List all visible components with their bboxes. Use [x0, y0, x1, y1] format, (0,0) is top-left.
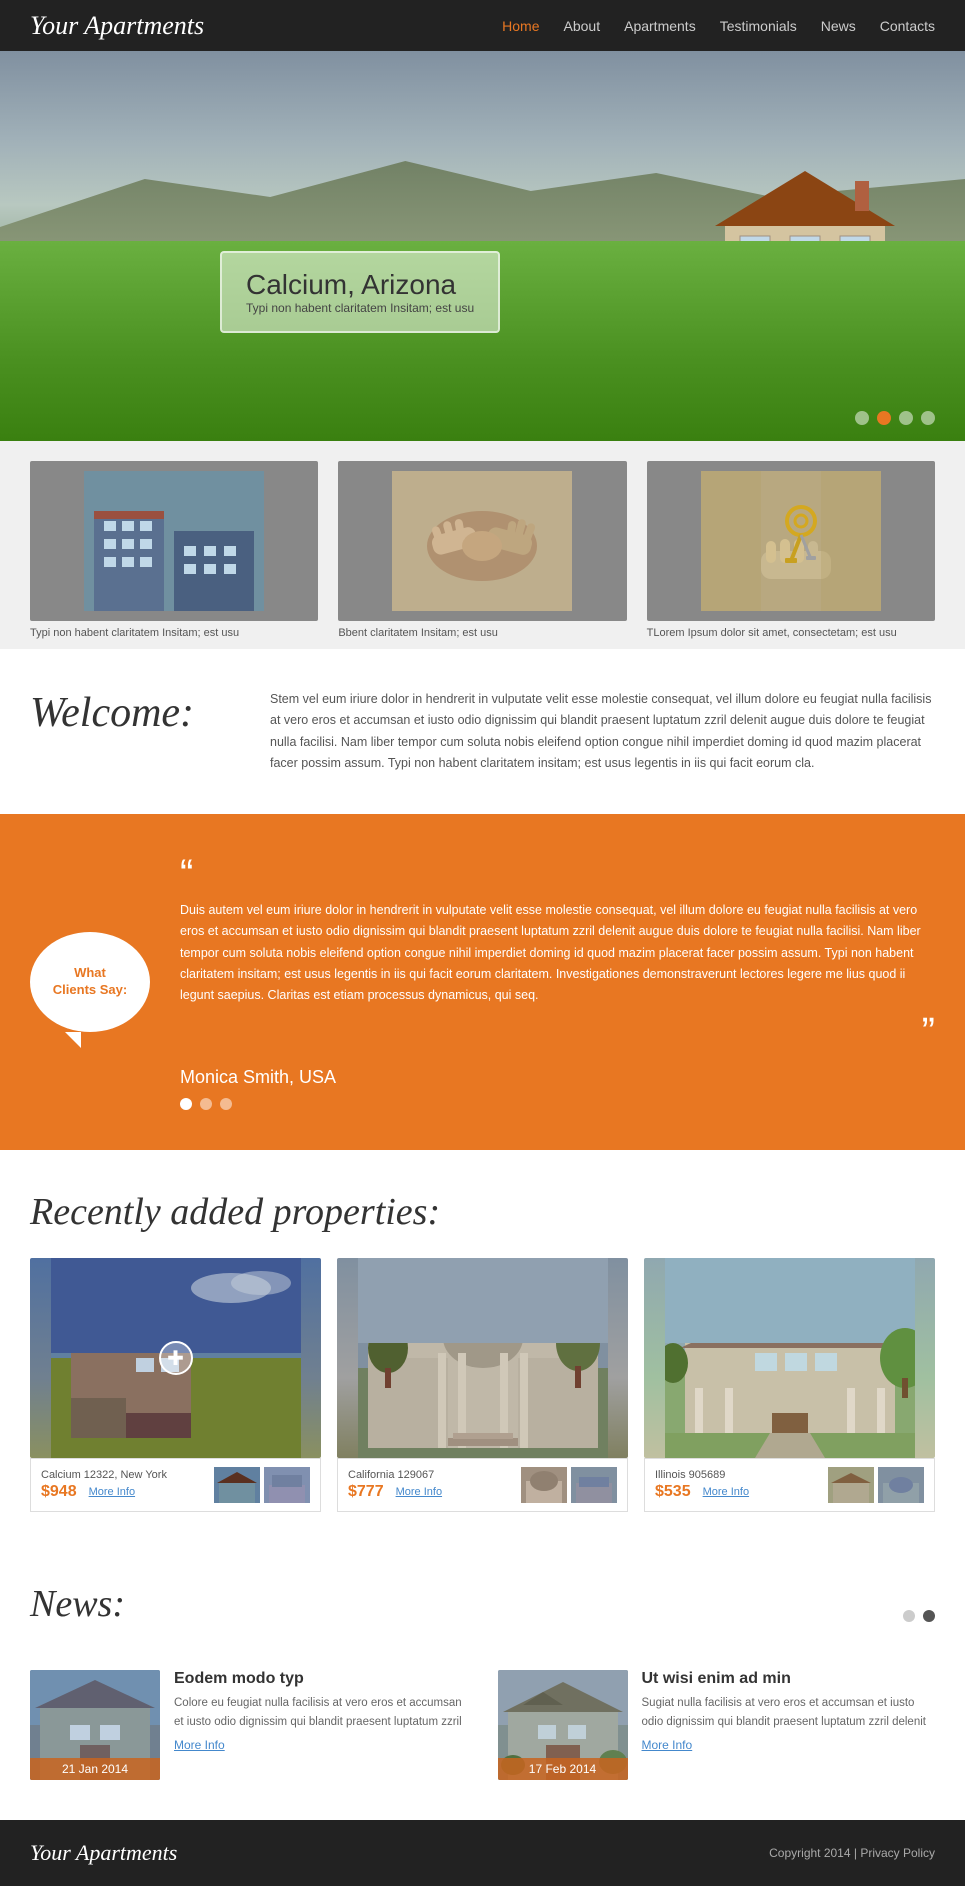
news-dots	[903, 1610, 935, 1622]
property-price-3: $535	[655, 1483, 691, 1501]
property-location-1: Calcium 12322, New York	[41, 1469, 206, 1481]
property-thumb-3b[interactable]	[878, 1467, 924, 1503]
news-title-1: Eodem modo typ	[174, 1670, 468, 1688]
news-date-2: 17 Feb 2014	[498, 1758, 628, 1780]
property-thumb-1b[interactable]	[264, 1467, 310, 1503]
news-text-1: Colore eu feugiat nulla facilisis at ver…	[174, 1694, 468, 1731]
navbar: Your Apartments Home About Apartments Te…	[0, 0, 965, 51]
hero-caption: Calcium, Arizona Typi non habent clarita…	[220, 251, 500, 333]
site-logo: Your Apartments	[30, 11, 204, 41]
news-title-2: Ut wisi enim ad min	[642, 1670, 936, 1688]
speech-bubble: WhatClients Say:	[30, 932, 150, 1032]
news-dot-1[interactable]	[903, 1610, 915, 1622]
quote-open-icon: “	[180, 854, 935, 894]
feature-caption-1: Typi non habent claritatem Insitam; est …	[30, 627, 318, 639]
news-more-2[interactable]: More Info	[642, 1738, 693, 1752]
news-image-2: 17 Feb 2014	[498, 1670, 628, 1780]
nav-item-apartments[interactable]: Apartments	[624, 18, 696, 34]
property-info-3: Illinois 905689 $535 More Info	[644, 1458, 935, 1512]
footer-copyright: Copyright 2014 | Privacy Policy	[769, 1846, 935, 1860]
properties-title: Recently added properties:	[30, 1190, 935, 1234]
zoom-icon-1[interactable]: ✚	[159, 1341, 193, 1375]
news-title: News:	[30, 1582, 125, 1626]
feature-image-1	[30, 461, 318, 621]
testimonial-dots	[180, 1098, 935, 1110]
footer-logo: Your Apartments	[30, 1840, 177, 1866]
nav-item-about[interactable]: About	[564, 18, 601, 34]
property-thumbs-2	[521, 1467, 617, 1503]
testimonial-content: “ Duis autem vel eum iriure dolor in hen…	[180, 854, 935, 1110]
property-price-2: $777	[348, 1483, 384, 1501]
news-dot-2[interactable]	[923, 1610, 935, 1622]
properties-grid: ✚ Calcium 12322, New York $948 More Info	[30, 1258, 935, 1512]
property-thumbs-3	[828, 1467, 924, 1503]
testimonial-quote: Duis autem vel eum iriure dolor in hendr…	[180, 900, 935, 1006]
property-thumb-3a[interactable]	[828, 1467, 874, 1503]
hero-dots	[855, 411, 935, 425]
property-image-3[interactable]	[644, 1258, 935, 1458]
property-info-1: Calcium 12322, New York $948 More Info	[30, 1458, 321, 1512]
hero-section: Calcium, Arizona Typi non habent clarita…	[0, 51, 965, 441]
nav-item-news[interactable]: News	[821, 18, 856, 34]
property-more-info-2[interactable]: More Info	[396, 1486, 442, 1498]
hero-subtitle: Typi non habent claritatem Insitam; est …	[246, 301, 474, 315]
nav-item-testimonials[interactable]: Testimonials	[720, 18, 797, 34]
welcome-section: Welcome: Stem vel eum iriure dolor in he…	[0, 649, 965, 814]
hero-location: Calcium, Arizona	[246, 269, 474, 301]
news-grid: 21 Jan 2014 Eodem modo typ Colore eu feu…	[30, 1670, 935, 1780]
feature-image-3	[647, 461, 935, 621]
news-content-1: Eodem modo typ Colore eu feugiat nulla f…	[174, 1670, 468, 1780]
property-card-1: ✚ Calcium 12322, New York $948 More Info	[30, 1258, 321, 1512]
news-item-1: 21 Jan 2014 Eodem modo typ Colore eu feu…	[30, 1670, 468, 1780]
feature-item-1: Typi non habent claritatem Insitam; est …	[30, 461, 318, 639]
news-content-2: Ut wisi enim ad min Sugiat nulla facilis…	[642, 1670, 936, 1780]
feature-image-2	[338, 461, 626, 621]
welcome-text: Stem vel eum iriure dolor in hendrerit i…	[270, 689, 935, 774]
hero-dot-3[interactable]	[899, 411, 913, 425]
hero-dot-1[interactable]	[855, 411, 869, 425]
property-price-1: $948	[41, 1483, 77, 1501]
news-date-1: 21 Jan 2014	[30, 1758, 160, 1780]
property-image-2[interactable]	[337, 1258, 628, 1458]
property-more-info-1[interactable]: More Info	[89, 1486, 135, 1498]
testi-dot-2[interactable]	[200, 1098, 212, 1110]
property-more-info-3[interactable]: More Info	[703, 1486, 749, 1498]
property-info-2: California 129067 $777 More Info	[337, 1458, 628, 1512]
feature-caption-3: TLorem Ipsum dolor sit amet, consectetam…	[647, 627, 935, 639]
property-thumb-2b[interactable]	[571, 1467, 617, 1503]
property-location-3: Illinois 905689	[655, 1469, 820, 1481]
welcome-title: Welcome:	[30, 689, 230, 737]
feature-caption-2: Bbent claritatem Insitam; est usu	[338, 627, 626, 639]
testimonial-author: Monica Smith, USA	[180, 1067, 935, 1088]
news-header: News:	[30, 1582, 935, 1650]
news-section: News: 21 Jan 2014 Eodem modo	[0, 1552, 965, 1820]
feature-strip: Typi non habent claritatem Insitam; est …	[0, 441, 965, 649]
news-item-2: 17 Feb 2014 Ut wisi enim ad min Sugiat n…	[498, 1670, 936, 1780]
property-card-2: California 129067 $777 More Info	[337, 1258, 628, 1512]
property-thumb-1a[interactable]	[214, 1467, 260, 1503]
properties-section: Recently added properties:	[0, 1150, 965, 1552]
quote-close-icon: ”	[180, 1010, 935, 1055]
hero-dot-2[interactable]	[877, 411, 891, 425]
nav-item-home[interactable]: Home	[502, 18, 539, 34]
testi-dot-1[interactable]	[180, 1098, 192, 1110]
property-location-2: California 129067	[348, 1469, 513, 1481]
testi-dot-3[interactable]	[220, 1098, 232, 1110]
news-text-2: Sugiat nulla facilisis at vero eros et a…	[642, 1694, 936, 1731]
property-image-1[interactable]: ✚	[30, 1258, 321, 1458]
hero-dot-4[interactable]	[921, 411, 935, 425]
feature-item-2: Bbent claritatem Insitam; est usu	[338, 461, 626, 639]
property-thumb-2a[interactable]	[521, 1467, 567, 1503]
footer: Your Apartments Copyright 2014 | Privacy…	[0, 1820, 965, 1886]
nav-item-contacts[interactable]: Contacts	[880, 18, 935, 34]
property-thumbs-1	[214, 1467, 310, 1503]
speech-bubble-text: WhatClients Say:	[53, 965, 127, 999]
news-image-1: 21 Jan 2014	[30, 1670, 160, 1780]
feature-item-3: TLorem Ipsum dolor sit amet, consectetam…	[647, 461, 935, 639]
nav-menu: Home About Apartments Testimonials News …	[502, 18, 935, 34]
testimonials-section: WhatClients Say: “ Duis autem vel eum ir…	[0, 814, 965, 1150]
property-card-3: Illinois 905689 $535 More Info	[644, 1258, 935, 1512]
news-more-1[interactable]: More Info	[174, 1738, 225, 1752]
